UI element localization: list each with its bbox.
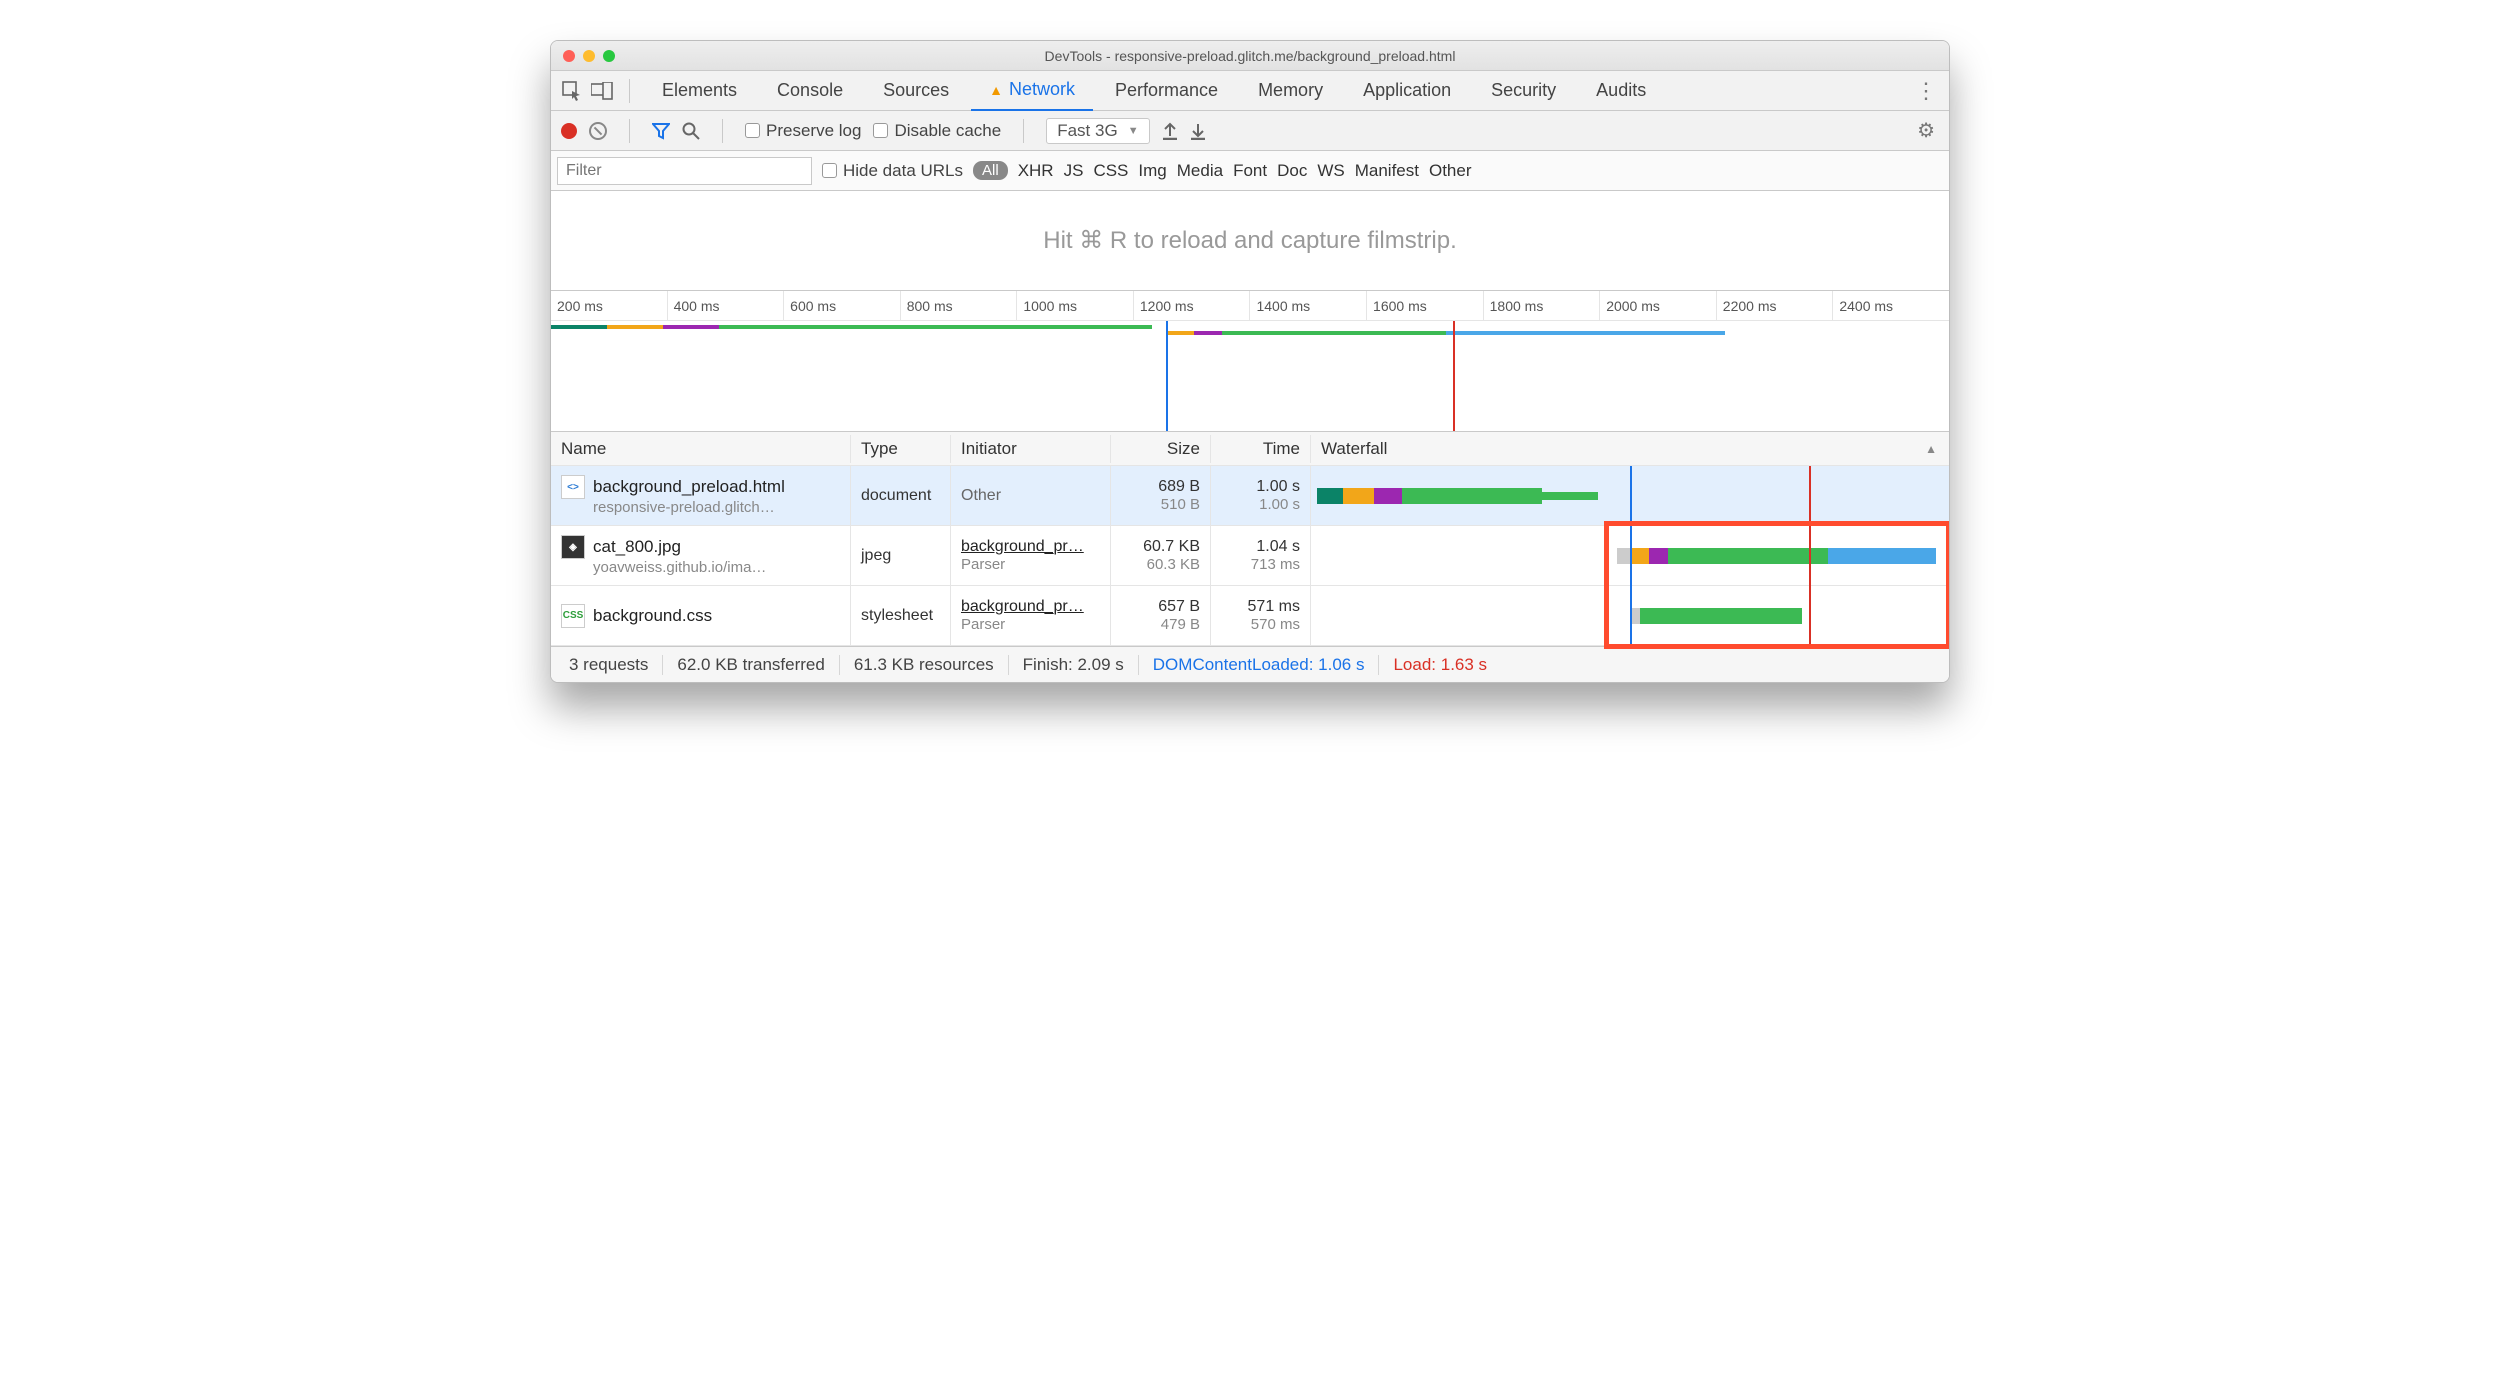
- tab-sources[interactable]: Sources: [865, 71, 967, 111]
- status-finish: Finish: 2.09 s: [1009, 655, 1139, 675]
- window-title: DevTools - responsive-preload.glitch.me/…: [551, 48, 1949, 64]
- overflow-menu-button[interactable]: ⋮: [1915, 78, 1939, 104]
- tab-elements[interactable]: Elements: [644, 71, 755, 111]
- filmstrip-hint: Hit ⌘ R to reload and capture filmstrip.: [551, 191, 1949, 291]
- column-header-type[interactable]: Type: [851, 435, 951, 463]
- throttling-select[interactable]: Fast 3G▼: [1046, 118, 1149, 144]
- record-button[interactable]: [561, 123, 577, 139]
- devtools-window: DevTools - responsive-preload.glitch.me/…: [550, 40, 1950, 683]
- tab-network[interactable]: ▲ Network: [971, 71, 1093, 111]
- disable-cache-checkbox[interactable]: Disable cache: [873, 121, 1001, 141]
- highlight-annotation: [1604, 521, 1950, 649]
- separator: [629, 119, 630, 143]
- type-filter-xhr[interactable]: XHR: [1018, 161, 1054, 181]
- search-button[interactable]: [682, 122, 700, 140]
- type-filter-css[interactable]: CSS: [1093, 161, 1128, 181]
- upload-har-button[interactable]: [1162, 122, 1178, 140]
- tab-performance[interactable]: Performance: [1097, 71, 1236, 111]
- timeline-tick: 600 ms: [783, 291, 900, 320]
- timeline-tick: 800 ms: [900, 291, 1017, 320]
- tab-audits[interactable]: Audits: [1578, 71, 1664, 111]
- type-filter-media[interactable]: Media: [1177, 161, 1223, 181]
- timeline-overview[interactable]: 200 ms 400 ms 600 ms 800 ms 1000 ms 1200…: [551, 291, 1949, 432]
- preserve-log-checkbox[interactable]: Preserve log: [745, 121, 861, 141]
- tab-security[interactable]: Security: [1473, 71, 1574, 111]
- status-load: Load: 1.63 s: [1379, 655, 1501, 675]
- type-filter-ws[interactable]: WS: [1317, 161, 1344, 181]
- status-resources: 61.3 KB resources: [840, 655, 1009, 675]
- timeline-tick: 2200 ms: [1716, 291, 1833, 320]
- column-header-time[interactable]: Time: [1211, 435, 1311, 463]
- timeline-tick: 200 ms: [551, 291, 667, 320]
- separator: [1023, 119, 1024, 143]
- devtools-tabs: Elements Console Sources ▲ Network Perfo…: [551, 71, 1949, 111]
- download-har-button[interactable]: [1190, 122, 1206, 140]
- inspect-element-button[interactable]: [559, 78, 585, 104]
- tab-console[interactable]: Console: [759, 71, 861, 111]
- warning-icon: ▲: [989, 82, 1003, 98]
- status-requests: 3 requests: [555, 655, 663, 675]
- status-bar: 3 requests 62.0 KB transferred 61.3 KB r…: [551, 646, 1949, 682]
- image-file-icon: ◈: [561, 535, 585, 559]
- hide-data-urls-checkbox[interactable]: Hide data URLs: [822, 161, 963, 181]
- column-header-waterfall[interactable]: Waterfall▲: [1311, 435, 1949, 463]
- separator: [629, 79, 630, 103]
- settings-button[interactable]: ⚙: [1917, 118, 1935, 143]
- column-header-name[interactable]: Name: [551, 435, 851, 463]
- clear-button[interactable]: [589, 122, 607, 140]
- timeline-tick: 2000 ms: [1599, 291, 1716, 320]
- timeline-tick: 1200 ms: [1133, 291, 1250, 320]
- timeline-tick: 1600 ms: [1366, 291, 1483, 320]
- requests-table: Name Type Initiator Size Time Waterfall▲…: [551, 432, 1949, 646]
- type-filter-js[interactable]: JS: [1064, 161, 1084, 181]
- timeline-tick: 2400 ms: [1832, 291, 1949, 320]
- type-filter-img[interactable]: Img: [1138, 161, 1166, 181]
- type-filter-font[interactable]: Font: [1233, 161, 1267, 181]
- sort-arrow-icon: ▲: [1925, 442, 1937, 456]
- type-filter-all[interactable]: All: [973, 161, 1008, 180]
- type-filter-manifest[interactable]: Manifest: [1355, 161, 1419, 181]
- timeline-tick: 400 ms: [667, 291, 784, 320]
- status-dcl: DOMContentLoaded: 1.06 s: [1139, 655, 1380, 675]
- timeline-tick: 1000 ms: [1016, 291, 1133, 320]
- css-file-icon: CSS: [561, 604, 585, 628]
- filter-bar: Hide data URLs All XHR JS CSS Img Media …: [551, 151, 1949, 191]
- timeline-body: [551, 321, 1949, 431]
- table-row[interactable]: <>background_preload.html responsive-pre…: [551, 466, 1949, 526]
- column-header-size[interactable]: Size: [1111, 435, 1211, 463]
- html-file-icon: <>: [561, 475, 585, 499]
- filter-input[interactable]: [557, 157, 812, 185]
- tab-memory[interactable]: Memory: [1240, 71, 1341, 111]
- table-header: Name Type Initiator Size Time Waterfall▲: [551, 432, 1949, 466]
- filter-toggle-button[interactable]: [652, 122, 670, 140]
- type-filter-doc[interactable]: Doc: [1277, 161, 1307, 181]
- timeline-ruler: 200 ms 400 ms 600 ms 800 ms 1000 ms 1200…: [551, 291, 1949, 321]
- network-toolbar: Preserve log Disable cache Fast 3G▼ ⚙: [551, 111, 1949, 151]
- separator: [722, 119, 723, 143]
- timeline-tick: 1400 ms: [1249, 291, 1366, 320]
- device-toolbar-button[interactable]: [589, 78, 615, 104]
- column-header-initiator[interactable]: Initiator: [951, 435, 1111, 463]
- tab-application[interactable]: Application: [1345, 71, 1469, 111]
- status-transferred: 62.0 KB transferred: [663, 655, 839, 675]
- chevron-down-icon: ▼: [1128, 125, 1139, 137]
- timeline-tick: 1800 ms: [1483, 291, 1600, 320]
- type-filter-other[interactable]: Other: [1429, 161, 1472, 181]
- titlebar: DevTools - responsive-preload.glitch.me/…: [551, 41, 1949, 71]
